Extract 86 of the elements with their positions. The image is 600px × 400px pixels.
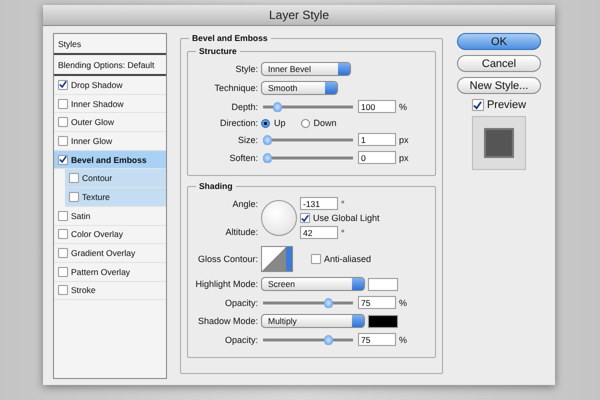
radio-label: Down [314, 118, 337, 128]
style-item[interactable]: Bevel and Emboss [54, 150, 166, 170]
dropdown[interactable]: Multiply [261, 314, 365, 328]
style-item[interactable]: Stroke [54, 282, 166, 300]
color-swatch[interactable] [368, 314, 398, 328]
window-title: Layer Style [268, 8, 330, 22]
contour-picker[interactable] [261, 246, 293, 272]
checkbox-label: Anti-aliased [324, 254, 372, 264]
checkbox[interactable] [58, 80, 68, 90]
unit-label: % [399, 334, 408, 344]
field-label: Shadow Mode: [196, 316, 258, 326]
style-item[interactable]: Color Overlay [54, 226, 166, 244]
square-icon [484, 128, 514, 158]
slider-thumb[interactable] [263, 134, 272, 144]
style-item[interactable]: Contour [65, 169, 166, 188]
field-label: Soften: [228, 152, 258, 162]
stepper-icon [338, 63, 350, 75]
field-label: Altitude: [224, 227, 258, 237]
style-item[interactable]: Inner Shadow [54, 94, 166, 114]
dropdown[interactable]: Smooth [261, 81, 338, 95]
checkbox[interactable] [58, 210, 68, 221]
stepper-icon [352, 315, 364, 327]
style-item[interactable]: Drop Shadow [54, 76, 166, 95]
field-label: Opacity: [224, 334, 258, 344]
dialog-button[interactable]: New Style... [457, 77, 541, 94]
group-title: Shading [196, 181, 236, 191]
stepper-icon [352, 278, 364, 290]
unit-label: ° [341, 198, 345, 208]
styles-header[interactable]: Styles [54, 34, 166, 55]
input-field[interactable]: 1 [358, 133, 396, 146]
group-title: Structure [196, 46, 240, 56]
checkbox[interactable] [69, 173, 79, 184]
checkbox[interactable] [58, 154, 68, 165]
field-label: Technique: [213, 83, 258, 93]
stepper-icon [325, 82, 337, 94]
slider-thumb[interactable] [324, 334, 333, 344]
checkbox[interactable] [69, 192, 79, 202]
checkbox[interactable] [58, 136, 68, 146]
field-label: Size: [236, 134, 258, 144]
radio-label: Up [274, 118, 286, 128]
checkbox[interactable] [311, 254, 321, 264]
field-label: Style: [234, 64, 258, 74]
field-label: Highlight Mode: [194, 279, 258, 289]
input-field[interactable]: -131 [300, 197, 338, 210]
color-swatch[interactable] [368, 278, 398, 290]
input-field[interactable]: 75 [358, 333, 396, 346]
checkbox[interactable] [300, 213, 310, 223]
input-field[interactable]: 75 [358, 296, 396, 309]
style-item[interactable]: Satin [54, 206, 166, 226]
unit-label: % [399, 298, 408, 308]
field-label: Depth: [230, 102, 258, 112]
input-field[interactable]: 0 [358, 151, 396, 164]
checkbox[interactable] [472, 99, 484, 111]
unit-label: ° [341, 228, 345, 238]
blending-options-item[interactable]: Blending Options: Default [54, 55, 166, 76]
slider-thumb[interactable] [272, 102, 282, 112]
dropdown[interactable]: Inner Bevel [261, 62, 351, 76]
checkbox[interactable] [58, 285, 68, 296]
radio-button[interactable] [261, 118, 270, 128]
checkbox[interactable] [58, 98, 68, 109]
slider-thumb[interactable] [263, 152, 272, 162]
field-label: Direction: [218, 118, 258, 128]
style-item[interactable]: Gradient Overlay [54, 244, 166, 263]
checkbox[interactable] [58, 229, 68, 240]
group-title: Bevel and Emboss [189, 33, 271, 43]
style-item[interactable]: Pattern Overlay [54, 262, 166, 282]
unit-label: px [399, 134, 409, 144]
field-label: Opacity: [224, 298, 258, 308]
dialog-button[interactable]: OK [457, 33, 541, 50]
radio-button[interactable] [300, 118, 310, 128]
style-item[interactable]: Texture [65, 188, 166, 207]
input-field[interactable]: 100 [358, 100, 396, 113]
slider-thumb[interactable] [324, 298, 333, 308]
checkbox-label: Preview [486, 99, 526, 111]
checkbox-label: Use Global Light [313, 213, 380, 223]
dropdown[interactable]: Screen [261, 277, 365, 291]
style-item[interactable]: Outer Glow [54, 113, 166, 132]
field-label: Angle: [231, 199, 258, 209]
unit-label: px [399, 152, 409, 162]
unit-label: % [399, 102, 408, 112]
checkbox[interactable] [58, 117, 68, 128]
dialog-button[interactable]: Cancel [457, 55, 541, 72]
input-field[interactable]: 42 [300, 226, 338, 239]
checkbox[interactable] [58, 266, 68, 277]
field-label: Gloss Contour: [196, 254, 258, 264]
checkbox[interactable] [58, 248, 68, 258]
